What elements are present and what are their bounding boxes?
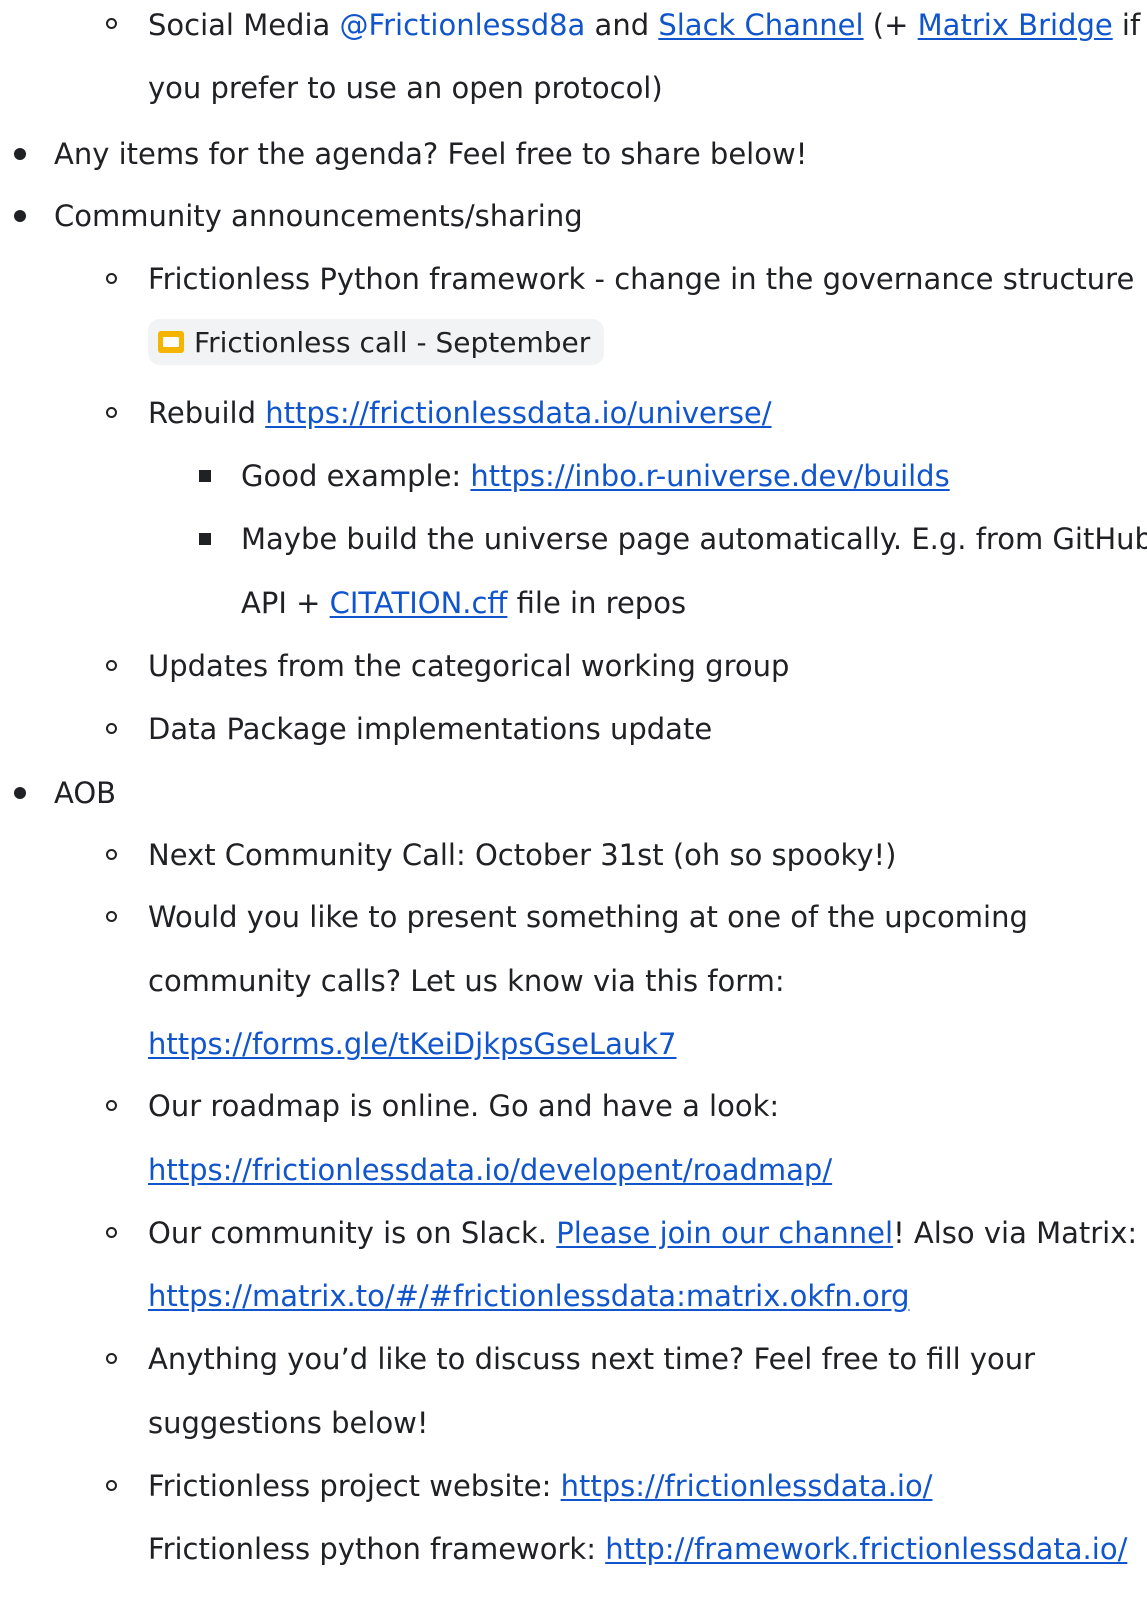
list-item-categorical: Updates from the categorical working gro… <box>148 649 790 683</box>
list-item-website: Frictionless project website: https://fr… <box>148 1469 933 1503</box>
roadmap-link[interactable]: https://frictionlessdata.io/developent/r… <box>148 1150 832 1190</box>
framework-link[interactable]: http://framework.frictionlessdata.io/ <box>605 1532 1127 1566</box>
slack-channel-link[interactable]: Slack Channel <box>658 8 863 42</box>
list-item-roadmap: Our roadmap is online. Go and have a loo… <box>148 1089 780 1123</box>
circle-bullet <box>106 1480 117 1491</box>
list-item-community: Community announcements/sharing <box>54 199 583 233</box>
list-item-build: Maybe build the universe page automatica… <box>241 522 1147 556</box>
list-item-social-media: Social Media @Frictionlessd8a and Slack … <box>148 8 1141 42</box>
list-item-agenda: Any items for the agenda? Feel free to s… <box>54 137 808 171</box>
list-item-build-cont: API + CITATION.cff file in repos <box>241 586 687 620</box>
circle-bullet <box>106 407 117 418</box>
circle-bullet <box>106 1353 117 1364</box>
universe-link[interactable]: https://frictionlessdata.io/universe/ <box>265 396 771 430</box>
form-link[interactable]: https://forms.gle/tKeiDjkpsGseLauk7 <box>148 1024 677 1064</box>
social-media-link[interactable]: @Frictionlessd8a <box>340 8 586 42</box>
chip-label: Frictionless call - September <box>194 325 591 359</box>
list-item-discuss-cont: suggestions below! <box>148 1406 429 1440</box>
circle-bullet <box>106 723 117 734</box>
list-item-discuss: Anything you’d like to discuss next time… <box>148 1342 1036 1376</box>
matrix-bridge-link[interactable]: Matrix Bridge <box>918 8 1113 42</box>
circle-bullet <box>106 1100 117 1111</box>
list-item-rebuild: Rebuild https://frictionlessdata.io/univ… <box>148 396 772 430</box>
join-channel-link[interactable]: Please join our channel <box>556 1216 893 1250</box>
r-universe-link[interactable]: https://inbo.r-universe.dev/builds <box>470 459 949 493</box>
bullet <box>14 787 26 799</box>
citation-link[interactable]: CITATION.cff <box>330 586 508 620</box>
list-item-present-cont: community calls? Let us know via this fo… <box>148 964 785 998</box>
list-item-governance: Frictionless Python framework - change i… <box>148 262 1135 296</box>
list-item-aob: AOB <box>54 776 117 810</box>
matrix-link[interactable]: https://matrix.to/#/#frictionlessdata:ma… <box>148 1276 910 1316</box>
circle-bullet <box>106 1227 117 1238</box>
list-item-slack: Our community is on Slack. Please join o… <box>148 1216 1138 1250</box>
square-bullet <box>199 470 211 482</box>
list-item-framework: Frictionless python framework: http://fr… <box>148 1532 1128 1566</box>
list-item-datapackage: Data Package implementations update <box>148 712 713 746</box>
square-bullet <box>199 533 211 545</box>
list-item-text: you prefer to use an open protocol) <box>148 71 663 105</box>
circle-bullet <box>106 849 117 860</box>
website-link[interactable]: https://frictionlessdata.io/ <box>561 1469 933 1503</box>
list-item-example: Good example: https://inbo.r-universe.de… <box>241 459 950 493</box>
circle-bullet <box>106 273 117 284</box>
circle-bullet <box>106 18 117 29</box>
bullet <box>14 210 26 222</box>
list-item-present: Would you like to present something at o… <box>148 900 1028 934</box>
smart-chip-slides[interactable]: Frictionless call - September <box>148 319 605 365</box>
list-item-next-call: Next Community Call: October 31st (oh so… <box>148 838 897 872</box>
bullet <box>14 148 26 160</box>
slides-icon <box>158 331 184 353</box>
circle-bullet <box>106 911 117 922</box>
circle-bullet <box>106 660 117 671</box>
